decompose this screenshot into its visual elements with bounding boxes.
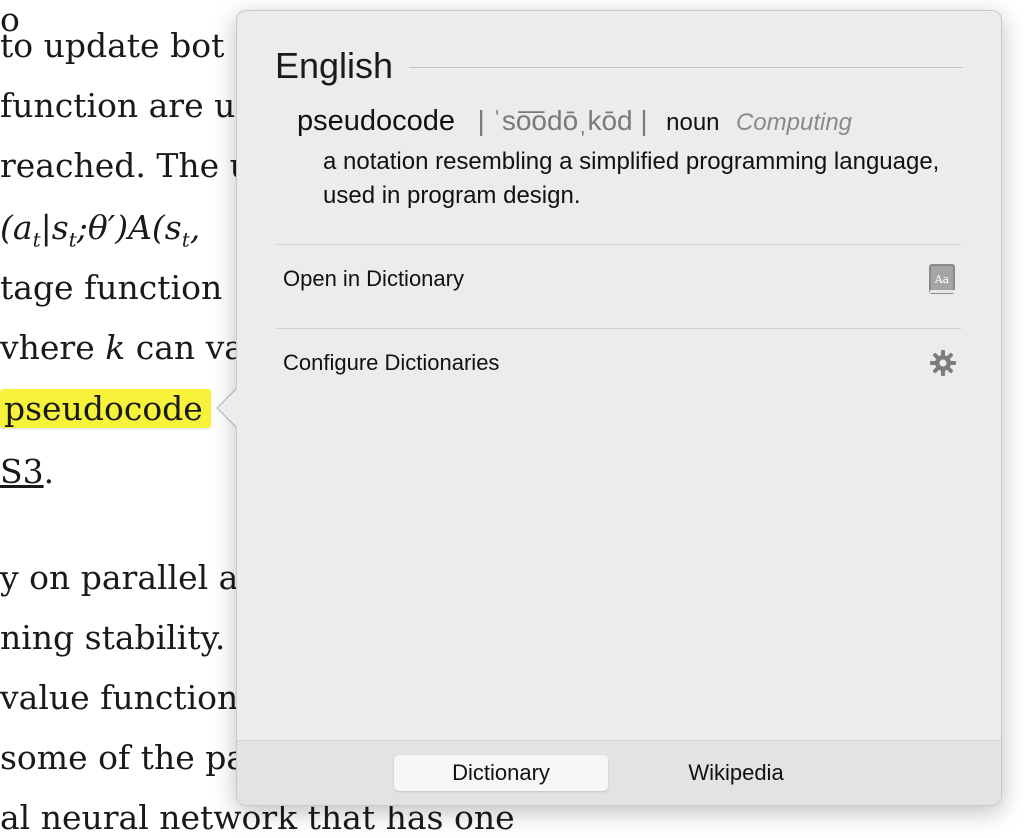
document-line: tage function <box>0 268 223 307</box>
dictionary-app-icon: Aa <box>925 261 961 297</box>
section-title: English <box>275 45 394 86</box>
document-math-line: (at|st;θ′)A(st, <box>0 208 201 252</box>
document-line: ning stability. <box>0 618 226 657</box>
title-divider <box>409 67 963 68</box>
open-in-dictionary-button[interactable]: Open in Dictionary Aa <box>277 239 961 319</box>
part-of-speech: noun <box>666 109 720 136</box>
document-line: reached. The u <box>0 146 251 185</box>
gear-icon <box>925 345 961 381</box>
document-line: vhere k can va <box>0 328 244 367</box>
document-line: to update bot <box>0 26 225 65</box>
document-line: y on parallel ac <box>0 558 257 597</box>
headword: pseudocode <box>297 105 456 137</box>
pronunciation: | ˈso͞odōˌkōd | <box>477 105 648 136</box>
configure-dictionaries-label: Configure Dictionaries <box>283 350 500 375</box>
configure-dictionaries-button[interactable]: Configure Dictionaries <box>277 323 961 403</box>
definition: a notation resembling a simplified progr… <box>323 148 940 209</box>
highlighted-word[interactable]: pseudocode <box>0 389 211 428</box>
document-line: S3. <box>0 452 55 491</box>
tab-dictionary[interactable]: Dictionary <box>394 755 608 791</box>
domain-label: Computing <box>735 109 853 136</box>
document-line: function are u <box>0 86 236 125</box>
dictionary-entry: pseudocode | ˈso͞odōˌkōd | noun Computin… <box>297 105 852 138</box>
tab-wikipedia[interactable]: Wikipedia <box>629 755 843 791</box>
document-line: some of the pa <box>0 738 247 777</box>
svg-text:Aa: Aa <box>934 273 950 286</box>
document-link[interactable]: S3 <box>0 452 44 491</box>
popover-arrow-fill <box>218 387 239 429</box>
source-tab-bar: Dictionary Wikipedia <box>237 740 1001 805</box>
dictionary-popover: English pseudocode | ˈso͞odōˌkōd | noun … <box>236 10 1002 806</box>
document-line: pseudocode <box>0 389 211 429</box>
open-in-dictionary-label: Open in Dictionary <box>283 266 464 291</box>
document-line: value function <box>0 678 239 717</box>
